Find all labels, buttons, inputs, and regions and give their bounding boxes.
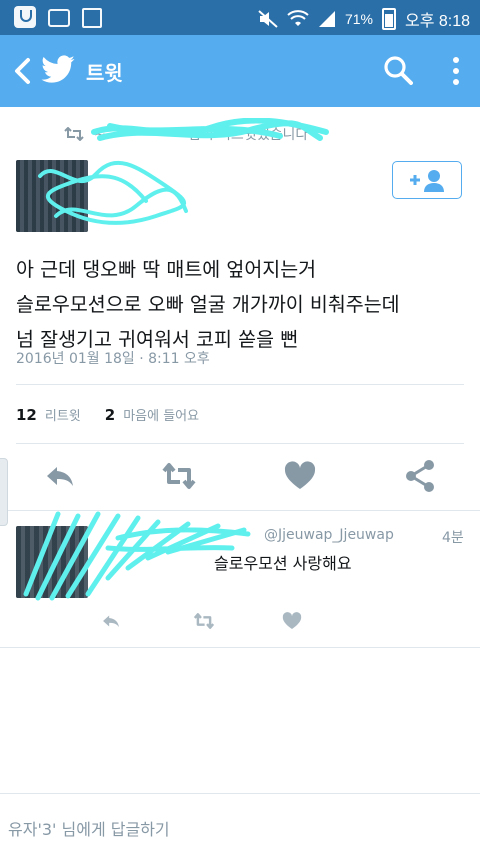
page-title: 트윗 [86,61,123,85]
retweet-context: ~~~~~~~~님이 리트윗했습니다 [64,118,329,144]
signal-icon [318,11,335,27]
reply-input-placeholder[interactable]: 유자'3' 님에게 답글하기 [8,816,170,840]
retweet-count[interactable]: 12 [16,406,37,424]
wifi-icon [287,10,309,26]
reply-handle: @Jjeuwap_Jjeuwap [264,527,394,543]
retweet-icon[interactable] [161,458,197,494]
share-icon[interactable] [402,458,438,494]
tweet-actions [0,458,480,496]
tweet-text-line: 슬로우모션으로 오빠 얼굴 개가까이 비춰주는데 [16,293,400,316]
reply-text: 슬로우모션 사랑해요 [214,554,352,573]
divider [16,443,464,444]
reply-icon[interactable] [100,610,122,632]
follow-button[interactable] [392,161,462,199]
heart-icon[interactable] [282,458,318,494]
clock: 오후 8:18 [404,13,470,30]
tweet-text-line: 아 근데 댕오빠 딱 매트에 엎어지는거 [16,258,317,281]
redaction-scribble [91,118,329,141]
status-bar: 71% 오후 8:18 [0,0,480,35]
redaction-scribble [38,160,188,225]
divider [0,647,480,648]
side-panel-handle[interactable] [0,458,8,526]
app-notification-icon [14,6,36,28]
like-label[interactable]: 마음에 들어요 [123,405,199,424]
add-user-icon [410,170,444,192]
camera-notification-icon [48,9,70,27]
divider [16,384,464,385]
tweet-timestamp: 2016년 01월 18일 · 8:11 오후 [16,351,210,367]
back-icon[interactable] [12,57,34,85]
retweet-icon[interactable] [193,610,215,632]
more-icon[interactable] [448,55,464,87]
heart-icon[interactable] [281,610,303,632]
like-count[interactable]: 2 [105,406,115,424]
retweet-label[interactable]: 리트윗 [45,405,81,424]
tweet-stats: 12 리트윗 2 마음에 들어요 [16,405,199,424]
battery-icon [381,8,396,30]
tweet-text: 아 근데 댕오빠 딱 매트에 엎어지는거 슬로우모션으로 오빠 얼굴 개가까이 … [16,252,466,357]
app-bar: 트윗 [0,35,480,107]
reply-time: 4분 [442,530,464,546]
twitter-bird-icon [41,55,75,83]
mute-icon [258,10,278,28]
reply-icon[interactable] [42,458,78,494]
battery-percent: 71% [344,11,373,27]
retweet-icon [64,127,84,141]
gallery-notification-icon [82,8,102,28]
search-icon[interactable] [383,55,413,85]
reply-compose-bar[interactable]: 유자'3' 님에게 답글하기 [0,793,480,854]
